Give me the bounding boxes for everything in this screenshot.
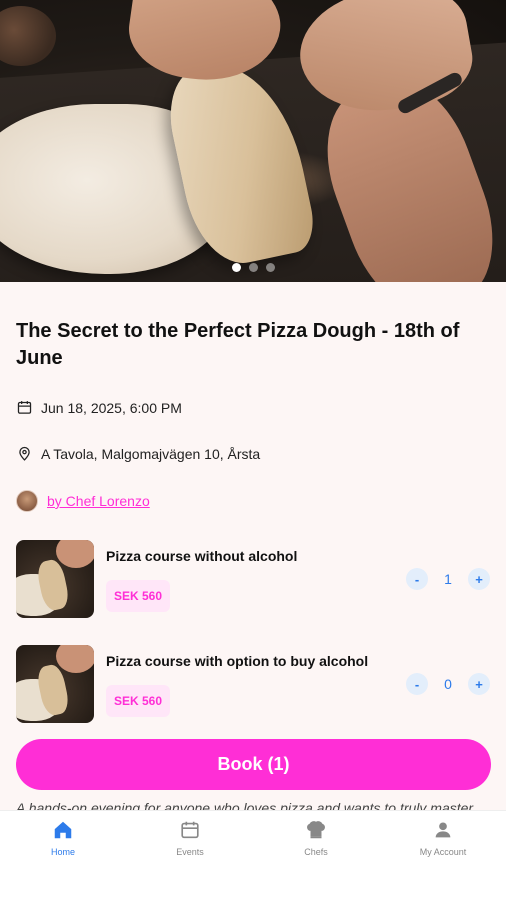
book-button[interactable]: Book (1) <box>16 739 491 790</box>
quantity-stepper: - 0 + <box>406 673 490 695</box>
ticket-price-badge: SEK 560 <box>106 580 171 612</box>
nav-label: Chefs <box>304 847 328 857</box>
carousel-indicator <box>0 263 506 272</box>
nav-label: My Account <box>419 847 467 857</box>
chef-avatar <box>16 490 38 512</box>
quantity-stepper: - 1 + <box>406 568 490 590</box>
ticket-thumbnail <box>16 645 94 723</box>
nav-item-my-account[interactable]: My Account <box>380 819 506 857</box>
location-pin-icon <box>19 446 30 461</box>
increment-button[interactable]: + <box>468 568 490 590</box>
ticket-option: Pizza course without alcohol SEK 560 - 1… <box>16 540 490 620</box>
bowl <box>0 6 56 66</box>
quantity-value: 1 <box>444 571 452 587</box>
event-title: The Secret to the Perfect Pizza Dough - … <box>16 320 460 369</box>
person-icon <box>435 822 451 838</box>
event-location: A Tavola, Malgomajvägen 10, Årsta <box>41 445 261 462</box>
nav-label: Home <box>50 847 75 857</box>
increment-button[interactable]: + <box>468 673 490 695</box>
nav-item-chefs[interactable]: Chefs <box>253 819 379 857</box>
bottom-navigation: Home Events Chefs My Account <box>0 810 506 900</box>
nav-item-events[interactable]: Events <box>127 819 253 857</box>
calendar-icon <box>17 401 32 414</box>
decrement-button[interactable]: - <box>406 673 428 695</box>
chef-hat-icon <box>307 821 325 839</box>
nav-item-home[interactable]: Home <box>0 819 126 857</box>
carousel-dot-active[interactable] <box>231 263 241 272</box>
chef-link[interactable]: by Chef Lorenzo <box>47 493 150 509</box>
nav-label: Events <box>176 847 204 857</box>
home-icon <box>54 821 72 839</box>
ticket-option: Pizza course with option to buy alcohol … <box>16 645 490 725</box>
hero-image[interactable] <box>0 0 506 282</box>
calendar-icon <box>181 821 199 839</box>
ticket-name: Pizza course without alcohol <box>106 548 298 564</box>
event-location-row: A Tavola, Malgomajvägen 10, Årsta <box>16 445 260 462</box>
event-date-row: Jun 18, 2025, 6:00 PM <box>16 399 182 416</box>
carousel-dot[interactable] <box>265 263 275 272</box>
ticket-thumbnail <box>16 540 94 618</box>
ticket-price-badge: SEK 560 <box>106 685 171 717</box>
event-description: A hands-on evening for anyone who loves … <box>16 800 474 810</box>
chef-row[interactable]: by Chef Lorenzo <box>16 490 150 512</box>
carousel-dot[interactable] <box>248 263 258 272</box>
event-header: The Secret to the Perfect Pizza Dough - … <box>16 318 490 372</box>
decrement-button[interactable]: - <box>406 568 428 590</box>
quantity-value: 0 <box>444 676 452 692</box>
ticket-name: Pizza course with option to buy alcohol <box>106 653 369 669</box>
event-date: Jun 18, 2025, 6:00 PM <box>41 399 182 416</box>
